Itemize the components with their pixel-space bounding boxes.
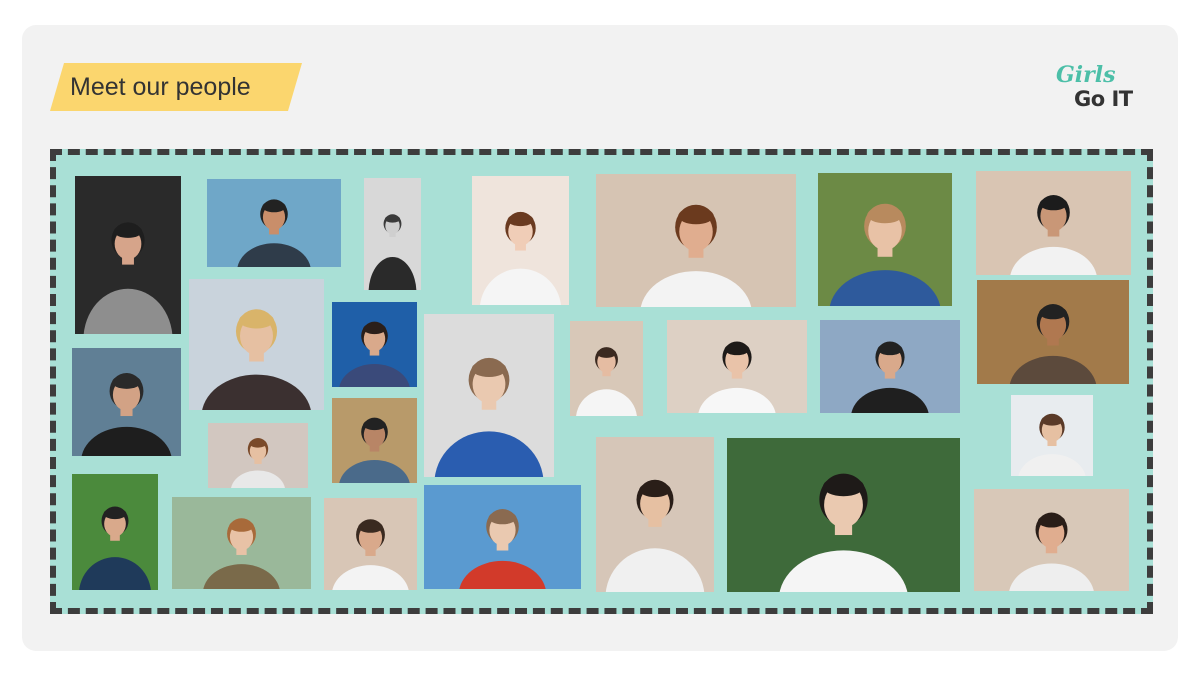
person-photo bbox=[207, 179, 341, 267]
person-photo bbox=[667, 320, 807, 413]
person-photo bbox=[818, 173, 952, 306]
person-photo bbox=[977, 280, 1129, 384]
person-photo bbox=[72, 348, 181, 456]
person-photo bbox=[324, 498, 417, 590]
person-photo bbox=[727, 438, 960, 592]
logo-line1: Girls bbox=[1056, 62, 1116, 88]
person-photo bbox=[976, 171, 1131, 275]
person-photo bbox=[75, 176, 181, 334]
person-photo bbox=[364, 178, 421, 290]
person-photo bbox=[424, 314, 554, 477]
person-photo bbox=[596, 437, 714, 592]
person-photo bbox=[208, 423, 308, 488]
person-photo bbox=[820, 320, 960, 413]
page-title: Meet our people bbox=[70, 73, 251, 101]
logo-line2: Go IT bbox=[1074, 87, 1133, 111]
person-photo bbox=[332, 398, 417, 483]
person-photo bbox=[332, 302, 417, 387]
person-photo bbox=[189, 279, 324, 410]
person-photo bbox=[1011, 395, 1093, 476]
page-title-banner: Meet our people bbox=[50, 63, 302, 111]
person-photo bbox=[172, 497, 311, 589]
people-photo-board bbox=[50, 149, 1153, 614]
person-photo bbox=[570, 321, 643, 416]
girls-go-it-logo: Girls Go IT bbox=[1054, 62, 1154, 114]
person-photo bbox=[974, 489, 1129, 591]
person-photo bbox=[472, 176, 569, 305]
person-photo bbox=[424, 485, 581, 589]
person-photo bbox=[72, 474, 158, 590]
person-photo bbox=[596, 174, 796, 307]
